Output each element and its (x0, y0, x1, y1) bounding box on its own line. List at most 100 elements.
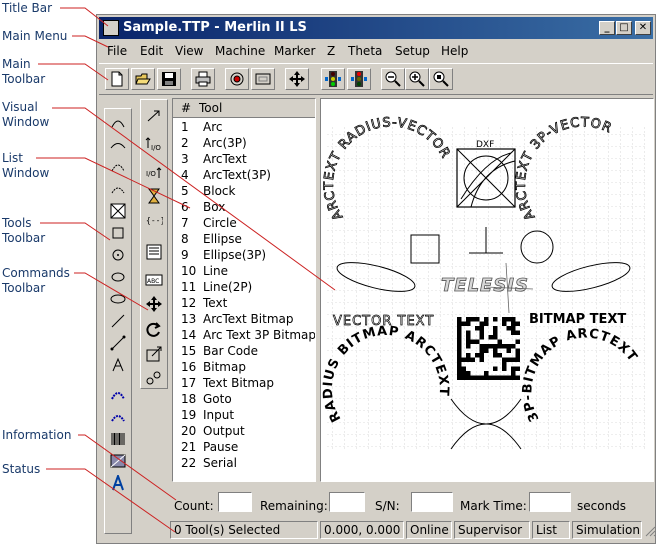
close-button[interactable]: ✕ (635, 21, 651, 35)
column-header-number[interactable]: # (181, 101, 191, 115)
tool-ellipse-button[interactable] (107, 267, 129, 287)
zoom-fit-button[interactable] (429, 68, 453, 90)
list-item[interactable]: 18 Goto (173, 391, 315, 407)
matrix-cell (461, 321, 466, 326)
list-item[interactable]: 9 Ellipse(3P) (173, 247, 315, 263)
tool-arctext3p-bitmap-button[interactable] (107, 407, 129, 427)
tool-line2p-button[interactable] (107, 333, 129, 353)
app-icon[interactable] (103, 20, 119, 36)
list-item[interactable]: 4 ArcText(3P) (173, 167, 315, 183)
matrix-cell (457, 326, 462, 331)
cmd-pause-button[interactable] (143, 186, 165, 206)
callout-visual-window-line1: Visual (2, 100, 38, 114)
list-item[interactable]: 20 Output (173, 423, 315, 439)
matrix-cell (493, 366, 498, 371)
menu-view[interactable]: View (175, 44, 203, 58)
cmd-input-button[interactable]: I/O (143, 134, 165, 154)
cmd-abc-button[interactable]: ABC (143, 270, 165, 290)
cmd-serial-button[interactable]: {--} (143, 210, 165, 230)
tool-ellipse3p-button[interactable] (107, 289, 129, 309)
list-item[interactable]: 8 Ellipse (173, 231, 315, 247)
list-item[interactable]: 13 ArcText Bitmap (173, 311, 315, 327)
list-item[interactable]: 15 Bar Code (173, 343, 315, 359)
save-button[interactable] (157, 68, 181, 90)
menu-setup[interactable]: Setup (395, 44, 430, 58)
list-item[interactable]: 16 Bitmap (173, 359, 315, 375)
start-marker-button[interactable] (321, 68, 345, 90)
minimize-button[interactable]: _ (599, 21, 615, 35)
list-item[interactable]: 7 Circle (173, 215, 315, 231)
svg-text:I/O: I/O (146, 170, 156, 178)
preview-button[interactable] (251, 68, 275, 90)
menu-machine[interactable]: Machine (215, 44, 265, 58)
maximize-button[interactable]: □ (616, 21, 632, 35)
tool-box-button[interactable] (107, 223, 129, 243)
menu-theta[interactable]: Theta (348, 44, 382, 58)
cmd-output-button[interactable]: I/O (143, 162, 165, 182)
list-item[interactable]: 19 Input (173, 407, 315, 423)
list-item[interactable]: 3 ArcText (173, 151, 315, 167)
cmd-array-button[interactable] (143, 368, 165, 388)
list-item-tool: Box (203, 200, 226, 214)
list-window[interactable]: # Tool 1 Arc 2 Arc(3P) 3 ArcText 4 ArcText(3P) 5… (172, 98, 316, 482)
list-item-number: 20 (181, 424, 197, 438)
resize-grip-icon[interactable] (644, 525, 656, 537)
list-item[interactable]: 21 Pause (173, 439, 315, 455)
cmd-rotate-button[interactable] (143, 320, 165, 340)
open-button[interactable] (131, 68, 155, 90)
tool-circle-button[interactable] (107, 245, 129, 265)
mark-time-label: Mark Time: (460, 499, 527, 513)
tool-text-button[interactable] (107, 355, 129, 375)
tool-arctext-button[interactable] (107, 157, 129, 177)
cmd-list-button[interactable] (143, 242, 165, 262)
list-item[interactable]: 5 Block (173, 183, 315, 199)
list-item[interactable]: 6 Box (173, 199, 315, 215)
title-bar[interactable]: Sample.TTP - Merlin II LS _ □ ✕ (99, 17, 653, 39)
text-a-icon (112, 357, 124, 372)
main-toolbar (99, 63, 653, 95)
menu-help[interactable]: Help (441, 44, 468, 58)
tool-arc-button[interactable] (107, 113, 129, 133)
tool-arc3p-button[interactable] (107, 135, 129, 155)
cmd-scale-button[interactable] (143, 344, 165, 364)
move-button[interactable] (285, 68, 309, 90)
list-item-number: 22 (181, 456, 197, 470)
list-item[interactable]: 14 Arc Text 3P Bitmap (173, 327, 315, 343)
list-item[interactable]: 2 Arc(3P) (173, 135, 315, 151)
zoom-out-button[interactable] (381, 68, 405, 90)
column-header-tool[interactable]: Tool (199, 101, 222, 115)
tool-arctext3p-button[interactable] (107, 179, 129, 199)
zoom-in-button[interactable] (405, 68, 429, 90)
matrix-cell (466, 330, 471, 335)
list-item[interactable]: 11 Line(2P) (173, 279, 315, 295)
matrix-cell (493, 348, 498, 353)
matrix-cell (479, 357, 484, 362)
menu-marker[interactable]: Marker (274, 44, 315, 58)
new-button[interactable] (105, 68, 129, 90)
visual-window[interactable]: ARCTEXT RADIUS-VECTOR ARCTEXT 3P-VECTOR … (320, 98, 654, 482)
matrix-cell (502, 362, 507, 367)
tool-block-button[interactable] (107, 201, 129, 221)
list-item[interactable]: 17 Text Bitmap (173, 375, 315, 391)
list-item[interactable]: 12 Text (173, 295, 315, 311)
tool-text-bitmap-button[interactable] (107, 473, 129, 493)
tool-line-button[interactable] (107, 311, 129, 331)
list-item[interactable]: 22 Serial (173, 455, 315, 471)
list-item-tool: Output (203, 424, 245, 438)
menu-edit[interactable]: Edit (140, 44, 163, 58)
status-selection: 0 Tool(s) Selected (170, 521, 318, 539)
tool-bitmap-button[interactable] (107, 451, 129, 471)
mark-button[interactable] (225, 68, 249, 90)
menu-z[interactable]: Z (327, 44, 335, 58)
tool-barcode-button[interactable] (107, 429, 129, 449)
list-header: # Tool (173, 99, 315, 118)
list-item[interactable]: 1 Arc (173, 119, 315, 135)
status-list: List (532, 521, 570, 539)
tool-arctext-bitmap-button[interactable] (107, 385, 129, 405)
stop-marker-button[interactable] (347, 68, 371, 90)
cmd-goto-button[interactable] (143, 106, 165, 126)
menu-file[interactable]: File (107, 44, 127, 58)
cmd-move-button[interactable] (143, 294, 165, 314)
print-button[interactable] (191, 68, 215, 90)
list-item[interactable]: 10 Line (173, 263, 315, 279)
